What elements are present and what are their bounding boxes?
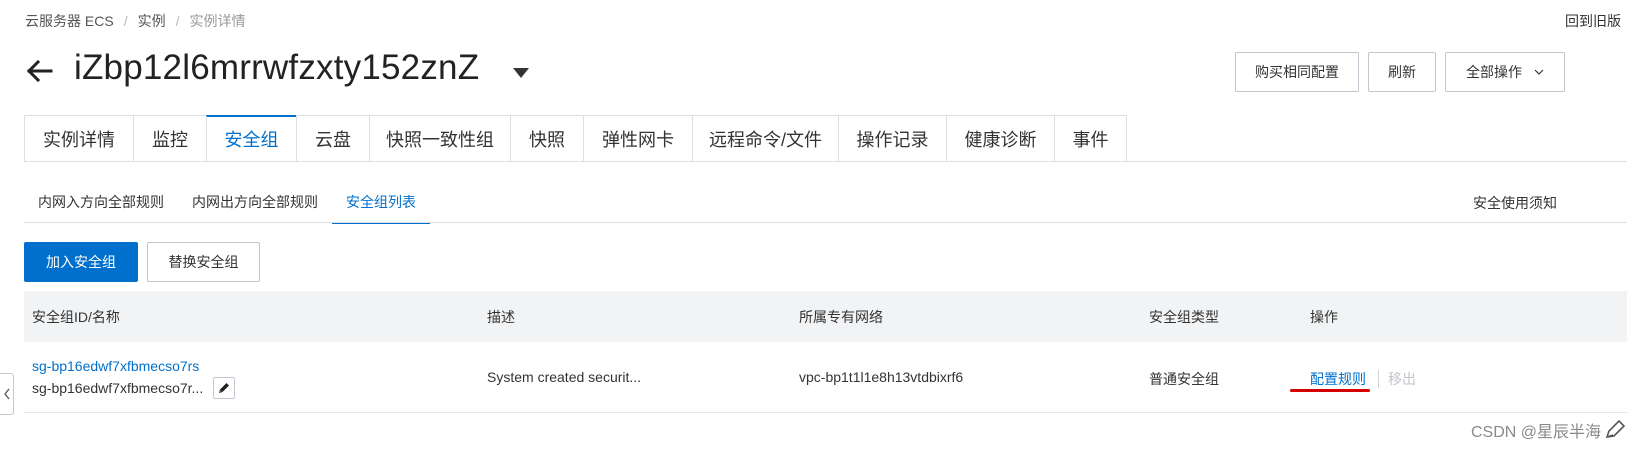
tab-health-diagnosis[interactable]: 健康诊断 [946, 115, 1054, 162]
remove-link: 移出 [1388, 371, 1416, 387]
tabs-divider [24, 161, 1627, 162]
subtab-inbound-rules[interactable]: 内网入方向全部规则 [24, 184, 178, 222]
column-header-description: 描述 [487, 309, 515, 325]
configure-rules-link[interactable]: 配置规则 [1310, 369, 1366, 389]
tab-label: 远程命令/文件 [708, 129, 822, 150]
breadcrumb-separator: / [123, 13, 128, 29]
vpc-id: vpc-bp1t1l1e8h13vtdbixrf6 [799, 369, 964, 385]
breadcrumb-item-instances[interactable]: 实例 [138, 11, 166, 31]
security-group-type: 普通安全组 [1149, 371, 1219, 387]
breadcrumb: 云服务器 ECS / 实例 / 实例详情 [25, 11, 245, 31]
sidebar-collapse-handle[interactable] [0, 373, 14, 415]
row-divider [24, 412, 1627, 413]
annotation-underline [1290, 389, 1370, 392]
replace-security-group-button[interactable]: 替换安全组 [147, 242, 260, 282]
tab-label: 监控 [152, 129, 188, 150]
tab-label: 快照一致性组 [386, 129, 494, 150]
add-security-group-label: 加入安全组 [46, 254, 116, 270]
security-group-name: sg-bp16edwf7xfbmecso7r... [32, 380, 204, 396]
add-security-group-button[interactable]: 加入安全组 [24, 242, 138, 282]
operation-separator [1378, 370, 1379, 388]
subtab-outbound-rules[interactable]: 内网出方向全部规则 [178, 184, 332, 222]
tab-remote-command[interactable]: 远程命令/文件 [692, 115, 838, 162]
tab-label: 弹性网卡 [602, 129, 674, 150]
tab-cloud-disk[interactable]: 云盘 [296, 115, 369, 162]
subtabs-divider [24, 222, 1627, 223]
tab-instance-detail[interactable]: 实例详情 [24, 115, 133, 162]
tab-events[interactable]: 事件 [1054, 115, 1127, 162]
caret-down-icon[interactable] [512, 67, 530, 79]
chevron-left-icon [3, 388, 10, 400]
tab-label: 健康诊断 [964, 129, 1037, 150]
sub-tabs: 内网入方向全部规则 内网出方向全部规则 安全组列表 [24, 184, 430, 224]
tab-label: 事件 [1072, 129, 1109, 150]
replace-security-group-label: 替换安全组 [168, 254, 239, 270]
breadcrumb-item-ecs[interactable]: 云服务器 ECS [25, 11, 114, 31]
tab-label: 快照 [529, 129, 565, 150]
security-notice-link[interactable]: 安全使用须知 [1473, 193, 1557, 213]
pencil-icon [219, 383, 229, 393]
column-header-operations: 操作 [1310, 309, 1338, 325]
column-header-type: 安全组类型 [1149, 309, 1219, 325]
pencil-icon[interactable] [1603, 418, 1627, 440]
buy-same-config-button[interactable]: 购买相同配置 [1235, 52, 1359, 92]
watermark: CSDN @星辰半海 [1470, 424, 1601, 441]
subtab-security-group-list[interactable]: 安全组列表 [332, 184, 430, 224]
page-title: iZbp12l6mrrwfzxty152znZ [74, 48, 480, 87]
breadcrumb-item-instance-detail: 实例详情 [189, 13, 246, 29]
back-arrow-icon[interactable] [24, 55, 56, 87]
column-header-id-name: 安全组ID/名称 [32, 309, 120, 325]
column-header-vpc: 所属专有网络 [799, 309, 883, 325]
refresh-label: 刷新 [1388, 64, 1416, 80]
tab-label: 安全组 [224, 130, 279, 150]
tab-label: 云盘 [315, 129, 351, 150]
back-to-old-version-link[interactable]: 回到旧版 [1565, 11, 1621, 31]
all-actions-label: 全部操作 [1466, 64, 1522, 80]
tab-security-group[interactable]: 安全组 [206, 115, 296, 162]
tab-label: 操作记录 [856, 129, 929, 150]
tab-label: 实例详情 [43, 129, 115, 150]
tab-monitoring[interactable]: 监控 [133, 115, 206, 162]
all-actions-dropdown[interactable]: 全部操作 [1445, 52, 1565, 92]
tab-elastic-network-card[interactable]: 弹性网卡 [583, 115, 692, 162]
tab-operation-log[interactable]: 操作记录 [838, 115, 946, 162]
security-group-description: System created securit... [487, 369, 642, 385]
tab-snapshot-consistency-group[interactable]: 快照一致性组 [369, 115, 510, 162]
main-tabs: 实例详情 监控 安全组 云盘 快照一致性组 快照 弹性网卡 远程命令/文件 操作… [24, 115, 1127, 162]
tab-snapshot[interactable]: 快照 [510, 115, 583, 162]
security-group-id-link[interactable]: sg-bp16edwf7xfbmecso7rs [32, 358, 199, 374]
breadcrumb-separator: / [175, 13, 180, 29]
refresh-button[interactable]: 刷新 [1368, 52, 1436, 92]
chevron-down-icon [1534, 69, 1544, 75]
buy-same-config-label: 购买相同配置 [1255, 64, 1339, 80]
edit-name-button[interactable] [213, 377, 235, 399]
